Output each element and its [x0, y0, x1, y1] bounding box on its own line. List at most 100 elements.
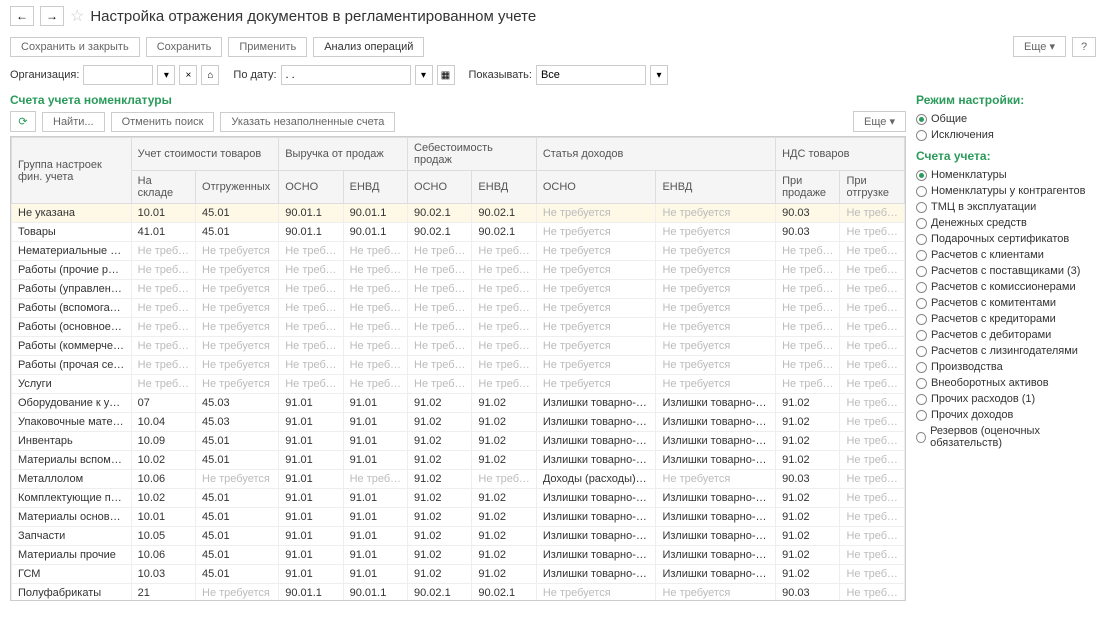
- cell[interactable]: Не требуется: [536, 223, 656, 242]
- cell[interactable]: Не требуется: [776, 261, 840, 280]
- date-calendar-button[interactable]: ▦: [437, 65, 455, 85]
- analyze-button[interactable]: Анализ операций: [313, 37, 424, 57]
- cell[interactable]: 45.01: [196, 432, 279, 451]
- row-name[interactable]: Работы (вспомогательное ...: [12, 299, 132, 318]
- cell[interactable]: 91.02: [408, 432, 472, 451]
- cell[interactable]: 91.01: [343, 546, 407, 565]
- cell[interactable]: 91.02: [776, 413, 840, 432]
- row-name[interactable]: Работы (коммерческие ра...: [12, 337, 132, 356]
- cell[interactable]: Не требуется: [196, 337, 279, 356]
- cell[interactable]: 91.01: [279, 394, 343, 413]
- cell[interactable]: Не требуется: [196, 318, 279, 337]
- cell[interactable]: Не требуется: [131, 299, 195, 318]
- cell[interactable]: Излишки товарно-мате...: [536, 394, 656, 413]
- cell[interactable]: Излишки товарно-мате...: [656, 394, 776, 413]
- th-cost[interactable]: Учет стоимости товаров: [131, 138, 279, 171]
- row-name[interactable]: Комплектующие покупные: [12, 489, 132, 508]
- cell[interactable]: Не требуется: [408, 280, 472, 299]
- row-name[interactable]: Работы (прочая себестои...: [12, 356, 132, 375]
- table-row[interactable]: Товары41.0145.0190.01.190.01.190.02.190.…: [12, 223, 905, 242]
- cell[interactable]: 91.01: [343, 451, 407, 470]
- back-button[interactable]: ←: [10, 6, 34, 26]
- cell[interactable]: Не требуется: [840, 204, 905, 223]
- radio-option[interactable]: Расчетов с комиссионерами: [916, 279, 1096, 295]
- th-sub[interactable]: ОСНО: [408, 171, 472, 204]
- cell[interactable]: Не требуется: [840, 223, 905, 242]
- row-name[interactable]: Материалы прочие: [12, 546, 132, 565]
- cell[interactable]: Не требуется: [840, 280, 905, 299]
- cell[interactable]: Не требуется: [840, 546, 905, 565]
- cell[interactable]: 91.02: [472, 508, 536, 527]
- cell[interactable]: Излишки товарно-мате...: [536, 527, 656, 546]
- cell[interactable]: 91.02: [408, 565, 472, 584]
- cell[interactable]: 07: [131, 394, 195, 413]
- show-dropdown-button[interactable]: ▾: [650, 65, 668, 85]
- table-row[interactable]: Работы (основное произво...Не требуетсяН…: [12, 318, 905, 337]
- cell[interactable]: 45.01: [196, 489, 279, 508]
- cell[interactable]: Излишки товарно-мате...: [536, 432, 656, 451]
- cell[interactable]: Не требуется: [656, 584, 776, 602]
- cell[interactable]: Не требуется: [343, 356, 407, 375]
- cell[interactable]: Не требуется: [776, 318, 840, 337]
- cell[interactable]: Не требуется: [776, 280, 840, 299]
- cell[interactable]: 45.01: [196, 508, 279, 527]
- row-name[interactable]: Инвентарь: [12, 432, 132, 451]
- cell[interactable]: Излишки товарно-мате...: [656, 489, 776, 508]
- cell[interactable]: Не требуется: [196, 280, 279, 299]
- cell[interactable]: Излишки товарно-мате...: [536, 546, 656, 565]
- cell[interactable]: 91.01: [279, 470, 343, 489]
- cell[interactable]: Не требуется: [536, 584, 656, 602]
- cell[interactable]: Излишки товарно-мате...: [536, 565, 656, 584]
- cell[interactable]: Не требуется: [472, 261, 536, 280]
- cell[interactable]: Доходы (расходы), св...: [536, 470, 656, 489]
- th-group[interactable]: Группа настроек фин. учета: [12, 138, 132, 204]
- cell[interactable]: 91.01: [279, 451, 343, 470]
- radio-option[interactable]: Подарочных сертификатов: [916, 231, 1096, 247]
- cell[interactable]: Не требуется: [131, 318, 195, 337]
- cell[interactable]: Не требуется: [343, 318, 407, 337]
- cell[interactable]: 91.02: [408, 489, 472, 508]
- cell[interactable]: Не требуется: [279, 242, 343, 261]
- th-income[interactable]: Статья доходов: [536, 138, 775, 171]
- th-revenue[interactable]: Выручка от продаж: [279, 138, 408, 171]
- radio-option[interactable]: Прочих расходов (1): [916, 391, 1096, 407]
- find-button[interactable]: Найти...: [42, 112, 105, 132]
- cell[interactable]: 91.01: [343, 508, 407, 527]
- cell[interactable]: 91.02: [776, 508, 840, 527]
- table-row[interactable]: Упаковочные материалы10.0445.0391.0191.0…: [12, 413, 905, 432]
- cell[interactable]: 91.02: [472, 451, 536, 470]
- table-row[interactable]: Комплектующие покупные10.0245.0191.0191.…: [12, 489, 905, 508]
- radio-option[interactable]: Расчетов с дебиторами: [916, 327, 1096, 343]
- cell[interactable]: Не требуется: [408, 318, 472, 337]
- cell[interactable]: 91.01: [279, 527, 343, 546]
- cell[interactable]: Не требуется: [279, 337, 343, 356]
- cell[interactable]: 91.02: [776, 451, 840, 470]
- cell[interactable]: 90.01.1: [343, 204, 407, 223]
- cell[interactable]: Не требуется: [840, 584, 905, 602]
- cell[interactable]: 45.01: [196, 565, 279, 584]
- table-row[interactable]: Материалы основные10.0145.0191.0191.0191…: [12, 508, 905, 527]
- cell[interactable]: 91.01: [279, 546, 343, 565]
- cell[interactable]: Не требуется: [840, 527, 905, 546]
- org-clear-button[interactable]: ×: [179, 65, 197, 85]
- more-button[interactable]: Еще ▾: [1013, 36, 1066, 57]
- cell[interactable]: Не требуется: [408, 375, 472, 394]
- cell[interactable]: Не требуется: [196, 356, 279, 375]
- table-row[interactable]: Металлолом10.06Не требуется91.01Не требу…: [12, 470, 905, 489]
- cell[interactable]: 91.01: [279, 489, 343, 508]
- cell[interactable]: Не требуется: [343, 375, 407, 394]
- cell[interactable]: Не требуется: [840, 242, 905, 261]
- cell[interactable]: 90.01.1: [343, 584, 407, 602]
- cell[interactable]: 90.01.1: [279, 204, 343, 223]
- th-sub[interactable]: ОСНО: [536, 171, 656, 204]
- cell[interactable]: Не требуется: [279, 356, 343, 375]
- cell[interactable]: Не требуется: [343, 470, 407, 489]
- cell[interactable]: 90.02.1: [472, 204, 536, 223]
- table-row[interactable]: Работы (вспомогательное ...Не требуетсяН…: [12, 299, 905, 318]
- cell[interactable]: 90.02.1: [408, 223, 472, 242]
- cell[interactable]: 91.02: [776, 527, 840, 546]
- cell[interactable]: Не требуется: [408, 261, 472, 280]
- cell[interactable]: Не требуется: [131, 337, 195, 356]
- cell[interactable]: Не требуется: [656, 242, 776, 261]
- radio-option[interactable]: Расчетов с клиентами: [916, 247, 1096, 263]
